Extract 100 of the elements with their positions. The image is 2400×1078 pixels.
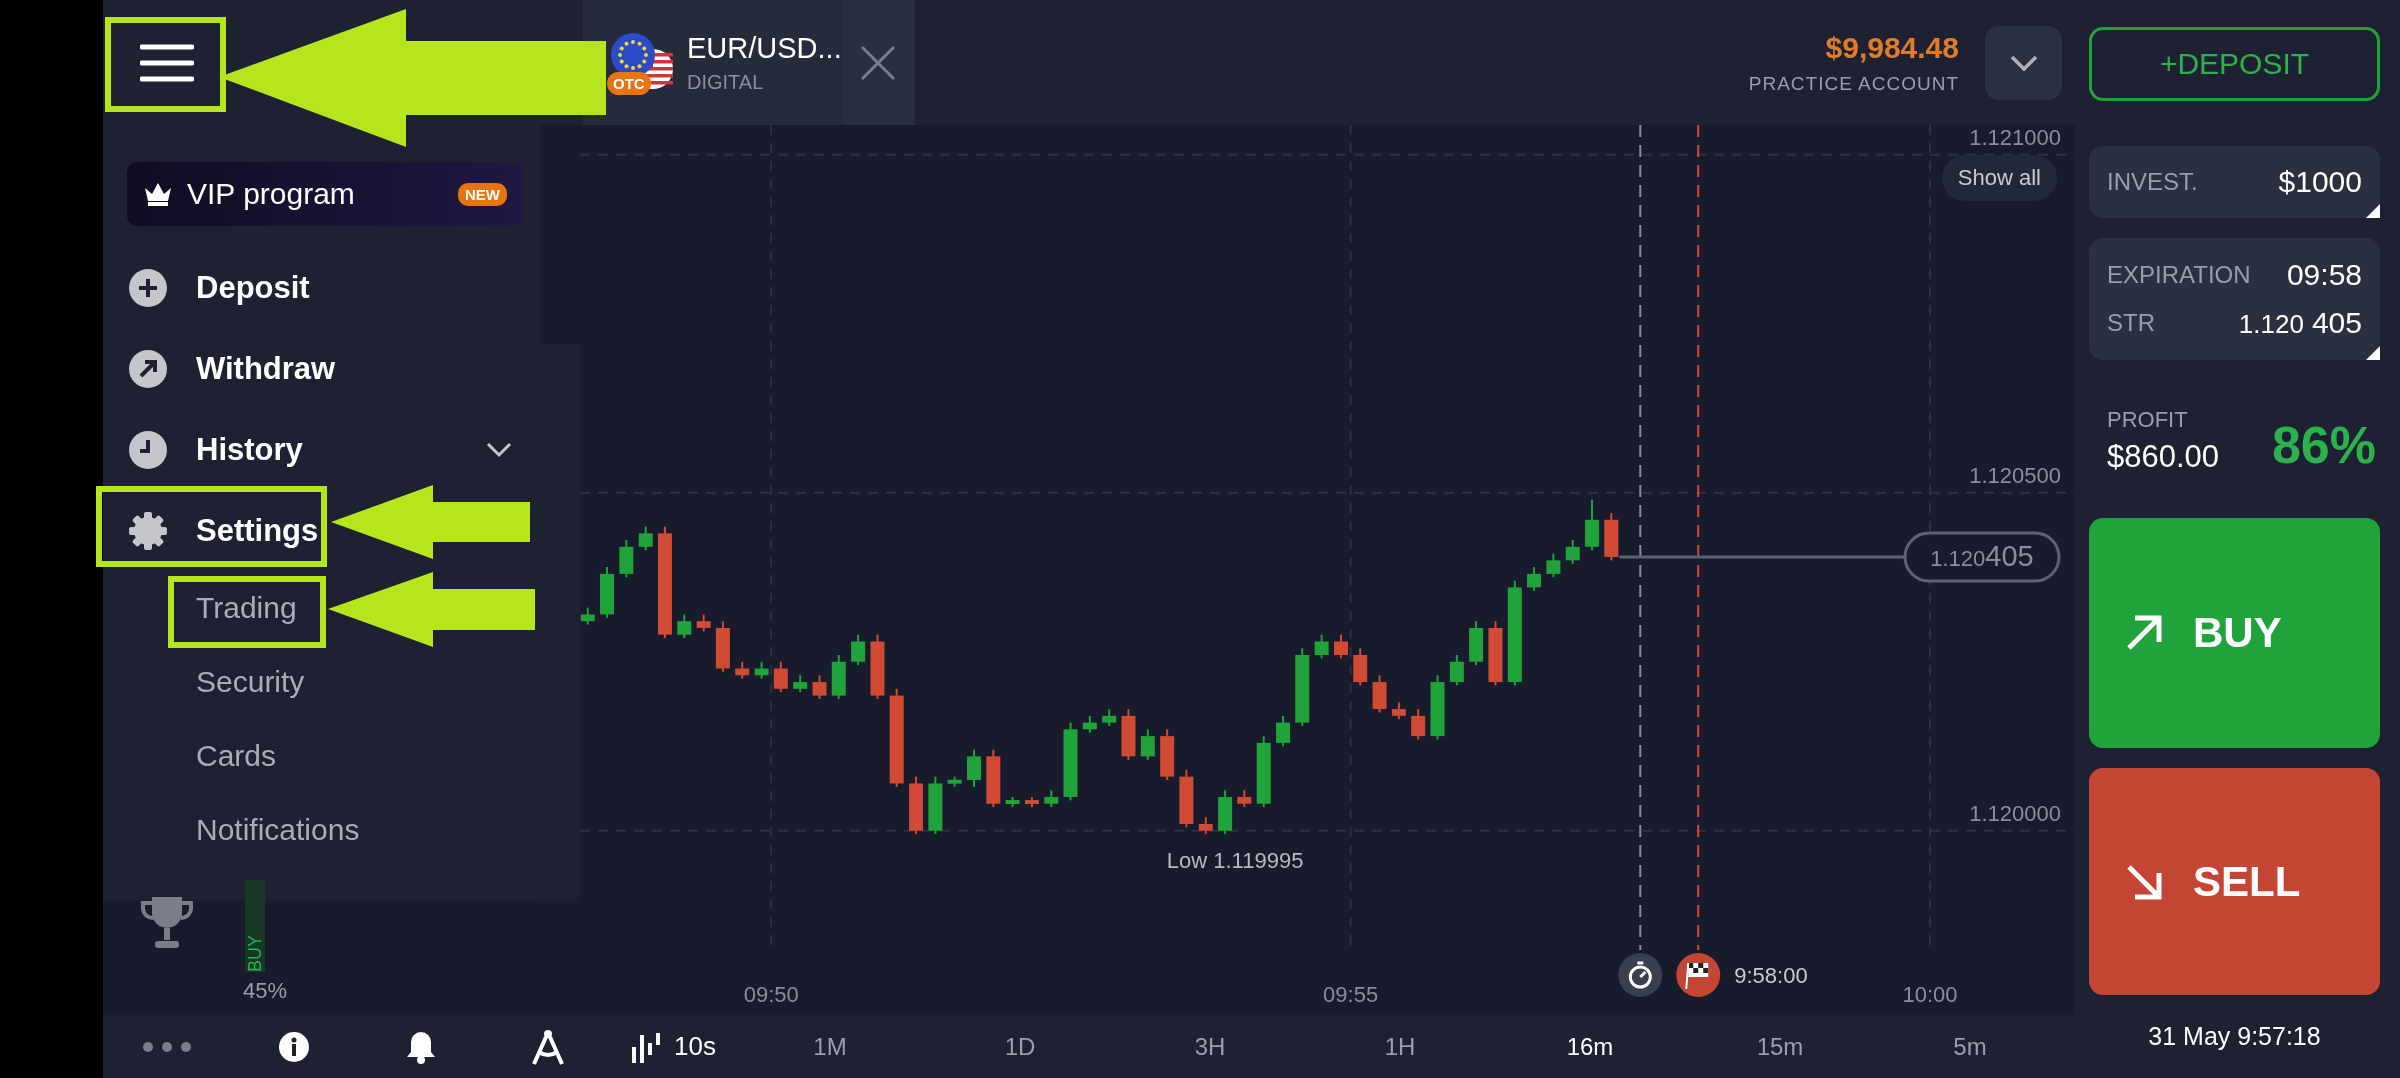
more-icon[interactable] bbox=[141, 1040, 192, 1053]
expiration-label: EXPIRATION bbox=[2107, 261, 2251, 289]
sentiment-percent: 45% bbox=[243, 978, 288, 1004]
candle bbox=[967, 748, 981, 788]
submenu-item[interactable]: Cards bbox=[196, 739, 277, 773]
candle bbox=[773, 660, 788, 694]
candle bbox=[1198, 816, 1213, 836]
chevron-down-icon bbox=[2009, 54, 2038, 71]
candle bbox=[1488, 620, 1503, 687]
sell-button[interactable]: SELL bbox=[2089, 768, 2380, 995]
candle bbox=[1102, 708, 1117, 727]
candle bbox=[1527, 566, 1542, 592]
time-range-tab[interactable]: 1D bbox=[1004, 1032, 1036, 1061]
compass-icon[interactable] bbox=[530, 1027, 565, 1066]
candle bbox=[1218, 789, 1233, 836]
profit-percent: 86% bbox=[2271, 415, 2376, 475]
strike-value: 1.120 bbox=[2238, 309, 2304, 339]
candle bbox=[909, 775, 924, 836]
trophy-icon bbox=[140, 895, 194, 951]
candle bbox=[1604, 512, 1619, 562]
candle bbox=[1024, 795, 1039, 809]
submenu-item[interactable]: Notifications bbox=[196, 813, 360, 847]
candle bbox=[1585, 498, 1599, 552]
candle-interval-button[interactable]: 10s bbox=[611, 1030, 735, 1063]
candle bbox=[1334, 633, 1348, 660]
candle bbox=[1140, 728, 1155, 761]
account-balance: $9,984.48 bbox=[1825, 30, 1959, 65]
candle bbox=[1469, 620, 1484, 667]
clock-icon bbox=[128, 429, 168, 470]
deposit-button[interactable]: +DEPOSIT bbox=[2089, 27, 2380, 101]
asset-tab[interactable]: OTC EUR/USD... DIGITAL bbox=[583, 0, 915, 125]
sentiment-label: BUY bbox=[244, 934, 266, 972]
candle bbox=[638, 525, 653, 552]
corner-mark-icon bbox=[2366, 346, 2380, 360]
finish-flag-icon bbox=[1676, 953, 1721, 997]
time-range-tab[interactable]: 16m bbox=[1566, 1032, 1614, 1061]
submenu-item[interactable]: Security bbox=[196, 665, 305, 699]
candle bbox=[677, 613, 692, 640]
time-axis-label: 10:00 bbox=[1902, 982, 1958, 1007]
new-badge: NEW bbox=[458, 182, 507, 206]
candle bbox=[928, 775, 943, 836]
candle bbox=[1314, 633, 1329, 660]
candle bbox=[1411, 708, 1426, 741]
date-time: 31 May 9:57:18 bbox=[2148, 1022, 2321, 1051]
time-range-tab[interactable]: 15m bbox=[1756, 1032, 1804, 1061]
expiration-card[interactable]: EXPIRATION 09:58 STR 1.120 405 bbox=[2089, 238, 2380, 360]
time-range-tab[interactable]: 5m bbox=[1953, 1032, 1987, 1061]
menu-item[interactable]: Settings bbox=[103, 490, 540, 571]
time-range-tab[interactable]: 1H bbox=[1384, 1032, 1416, 1061]
corner-mark-icon bbox=[2366, 204, 2380, 218]
stopwatch-icon bbox=[1618, 953, 1663, 997]
time-range-tab[interactable]: 1M bbox=[813, 1032, 847, 1061]
menu-item[interactable]: Withdraw bbox=[103, 328, 540, 409]
time-axis-label: 09:50 bbox=[743, 982, 799, 1007]
candle bbox=[1179, 768, 1194, 829]
time-axis-label: 09:55 bbox=[1323, 982, 1379, 1007]
otc-badge: OTC bbox=[607, 71, 651, 95]
candle bbox=[986, 748, 1001, 809]
asset-name: EUR/USD... bbox=[687, 31, 842, 65]
candle bbox=[947, 775, 962, 788]
candle bbox=[1353, 647, 1368, 687]
candle bbox=[715, 620, 730, 673]
profit-amount: $860.00 bbox=[2107, 439, 2220, 475]
price-axis-label: 1.120000 bbox=[1969, 800, 2061, 826]
arrow-up-right-icon bbox=[2125, 614, 2163, 652]
candle bbox=[793, 674, 808, 694]
vip-program-button[interactable]: VIP program NEW bbox=[127, 162, 523, 226]
candle bbox=[1391, 701, 1406, 721]
info-icon[interactable] bbox=[277, 1030, 310, 1063]
candle bbox=[580, 606, 595, 626]
account-dropdown[interactable] bbox=[1985, 25, 2062, 100]
price-axis-label: 1.120500 bbox=[1969, 462, 2061, 488]
menu-item[interactable]: Deposit bbox=[103, 247, 540, 328]
time-range-tab[interactable]: 3H bbox=[1194, 1032, 1226, 1061]
show-all-button[interactable]: Show all bbox=[1941, 155, 2057, 201]
candle bbox=[1430, 674, 1445, 741]
candle bbox=[1121, 708, 1136, 761]
crown-icon bbox=[143, 181, 173, 207]
bell-icon[interactable] bbox=[405, 1029, 436, 1064]
candle bbox=[831, 654, 846, 700]
candle bbox=[851, 633, 866, 667]
candle bbox=[600, 566, 614, 619]
candle bbox=[1082, 714, 1097, 734]
profit-label: PROFIT bbox=[2107, 407, 2189, 433]
expiration-time: 9:58:00 bbox=[1734, 963, 1808, 988]
submenu-item[interactable]: Trading bbox=[196, 591, 297, 625]
close-icon bbox=[859, 43, 898, 82]
menu-item[interactable]: History bbox=[103, 409, 540, 490]
account-type: PRACTICE ACCOUNT bbox=[1748, 72, 1959, 95]
low-price-label: Low 1.119995 bbox=[1166, 848, 1304, 874]
candle bbox=[1160, 728, 1175, 782]
menu-icon bbox=[139, 42, 194, 83]
candle bbox=[619, 539, 634, 579]
candle bbox=[1372, 674, 1387, 714]
strike-label: STR bbox=[2107, 309, 2155, 337]
asset-type: DIGITAL bbox=[687, 70, 765, 94]
invest-field[interactable]: INVEST. $1000 bbox=[2089, 146, 2380, 218]
candle bbox=[754, 660, 769, 680]
candle bbox=[870, 633, 885, 700]
candle bbox=[1237, 789, 1252, 809]
